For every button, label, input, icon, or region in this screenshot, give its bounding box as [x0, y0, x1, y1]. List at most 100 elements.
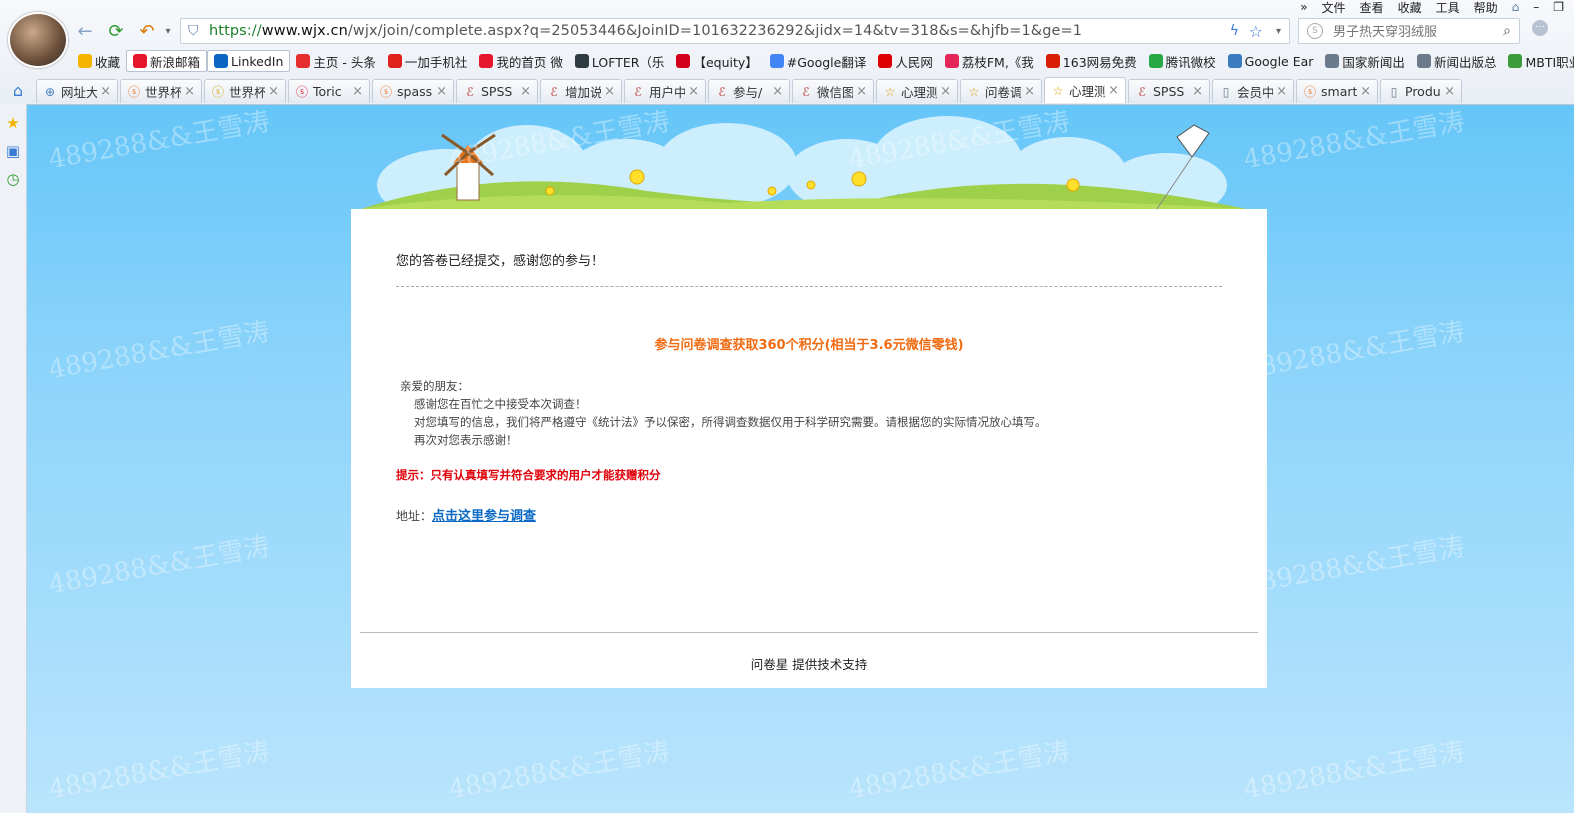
- bookmark-item[interactable]: 荔枝FM,《我: [939, 51, 1040, 71]
- restore-icon[interactable]: ❐: [1553, 0, 1564, 14]
- browser-tab[interactable]: ℰ SPSS ×: [1128, 79, 1210, 103]
- bookmarks-bar: 收藏 新浪邮箱 LinkedIn 主页 - 头条 一加手机社 我的首页 微 LOFTER（乐…: [72, 50, 1574, 72]
- browser-tab[interactable]: ℰ 用户中 ×: [624, 79, 706, 103]
- close-tab-icon[interactable]: ×: [520, 84, 531, 99]
- bookmark-item[interactable]: 主页 - 头条: [290, 51, 381, 71]
- ie-icon: ℰ: [550, 84, 558, 99]
- browser-tab[interactable]: ☆ 问卷调 ×: [960, 79, 1042, 103]
- bookmark-item[interactable]: LOFTER（乐: [569, 51, 671, 71]
- bookmark-item[interactable]: 国家新闻出: [1319, 51, 1411, 71]
- menu-bar: » 文件 查看 收藏 工具 帮助 ⌂ – ❐: [1300, 0, 1564, 16]
- browser-tab[interactable]: ⓢ smart ×: [1296, 79, 1378, 103]
- browser-tab[interactable]: ⓢ 世界杯 ×: [204, 79, 286, 103]
- bookmark-item[interactable]: 腾讯微校: [1143, 51, 1222, 71]
- close-tab-icon[interactable]: ×: [1444, 84, 1455, 99]
- reader-icon[interactable]: ▣: [0, 142, 26, 160]
- menu-tools[interactable]: 工具: [1436, 0, 1460, 16]
- ie-icon: ℰ: [634, 84, 642, 99]
- bookmark-item[interactable]: Google Ear: [1222, 51, 1320, 71]
- tab-label: 心理测: [1069, 84, 1106, 99]
- close-tab-icon[interactable]: ×: [940, 84, 951, 99]
- more-options-icon[interactable]: ···: [1532, 20, 1548, 36]
- close-tab-icon[interactable]: ×: [1108, 83, 1119, 98]
- close-tab-icon[interactable]: ×: [772, 84, 783, 99]
- bookmark-item[interactable]: MBTI职业: [1502, 51, 1574, 71]
- browser-tab[interactable]: ℰ SPSS ×: [456, 79, 538, 103]
- search-box[interactable]: S ⌕: [1298, 18, 1520, 44]
- home-icon[interactable]: ⌂: [0, 77, 36, 103]
- lightning-icon[interactable]: ϟ: [1230, 23, 1239, 39]
- close-tab-icon[interactable]: ×: [352, 84, 363, 99]
- browser-tab[interactable]: ⊕ 网址大全×: [36, 79, 118, 103]
- bookmark-item[interactable]: 我的首页 微: [473, 51, 568, 71]
- menu-view[interactable]: 查看: [1360, 0, 1384, 16]
- bookmark-item[interactable]: #Google翻译: [764, 51, 873, 71]
- menu-more[interactable]: »: [1300, 0, 1307, 14]
- translate-icon: [769, 54, 784, 68]
- browser-tab[interactable]: ☆ 心理测 ×: [1044, 77, 1126, 103]
- undo-icon[interactable]: ↶: [136, 20, 158, 42]
- favorites-star-icon[interactable]: ★: [0, 114, 26, 132]
- bookmark-item[interactable]: 收藏: [72, 51, 126, 71]
- close-tab-icon[interactable]: ×: [1024, 84, 1035, 99]
- close-tab-icon[interactable]: ×: [1276, 84, 1287, 99]
- minimize-icon[interactable]: –: [1533, 0, 1539, 14]
- close-tab-icon[interactable]: ×: [1192, 84, 1203, 99]
- close-tab-icon[interactable]: ×: [856, 84, 867, 99]
- menu-favorites[interactable]: 收藏: [1398, 0, 1422, 16]
- browser-tab[interactable]: ⓢ Toric ×: [288, 79, 370, 103]
- menu-help[interactable]: 帮助: [1474, 0, 1498, 16]
- join-survey-link[interactable]: 点击这里参与调查: [432, 509, 536, 524]
- tab-label: 问卷调: [985, 85, 1022, 100]
- url-dropdown-icon[interactable]: ▾: [1276, 26, 1281, 37]
- browser-tab[interactable]: ☆ 心理测 ×: [876, 79, 958, 103]
- bookmark-label: 人民网: [895, 54, 933, 70]
- weixiao-icon: [1148, 54, 1163, 68]
- search-icon[interactable]: ⌕: [1503, 23, 1511, 39]
- thank-you-body: 亲爱的朋友： 感谢您在百忙之中接受本次调查！ 对您填写的信息，我们将严格遵守《统…: [400, 377, 1047, 449]
- promo-headline: 参与问卷调查获取360个积分(相当于3.6元微信零钱): [654, 338, 964, 353]
- bookmark-item[interactable]: 163网易免费: [1040, 51, 1143, 71]
- close-tab-icon[interactable]: ×: [688, 84, 699, 99]
- close-tab-icon[interactable]: ×: [268, 84, 279, 99]
- bookmark-item[interactable]: 新闻出版总: [1411, 51, 1503, 71]
- menu-file[interactable]: 文件: [1322, 0, 1346, 16]
- skin-icon[interactable]: ⌂: [1512, 0, 1520, 14]
- browser-tab[interactable]: ⓢ spass ×: [372, 79, 454, 103]
- bookmark-item[interactable]: 人民网: [872, 51, 939, 71]
- browser-tab[interactable]: ⓢ 世界杯 ×: [120, 79, 202, 103]
- close-tab-icon[interactable]: ×: [100, 84, 111, 99]
- browser-tab[interactable]: ℰ 参与/ ×: [708, 79, 790, 103]
- address-url[interactable]: https://www.wjx.cn/wjx/join/complete.asp…: [209, 23, 1082, 39]
- bookmark-star-icon[interactable]: ☆: [1249, 22, 1263, 41]
- bookmark-label: 腾讯微校: [1165, 54, 1216, 70]
- bookmark-item[interactable]: 一加手机社: [382, 51, 474, 71]
- browser-tab[interactable]: ℰ 微信图 ×: [792, 79, 874, 103]
- browser-tab[interactable]: ℰ 增加说 ×: [540, 79, 622, 103]
- browser-tab[interactable]: ▯ 会员中 ×: [1212, 79, 1294, 103]
- tab-label: 世界杯: [145, 85, 182, 100]
- refresh-icon[interactable]: ⟳: [105, 20, 127, 42]
- tab-label: 用户中: [649, 85, 686, 100]
- bookmark-item[interactable]: 【equity】: [670, 51, 763, 71]
- close-tab-icon[interactable]: ×: [604, 84, 615, 99]
- watermark-text: 489288&&王雪涛: [1241, 316, 1467, 386]
- y-icon: [676, 54, 691, 68]
- search-input[interactable]: [1331, 22, 1495, 40]
- sogou-yellow-icon: ⓢ: [211, 84, 224, 99]
- bookmark-label: 主页 - 头条: [313, 54, 376, 70]
- bookmark-item[interactable]: 新浪邮箱: [126, 50, 208, 72]
- bookmark-item[interactable]: LinkedIn: [207, 50, 291, 72]
- avatar[interactable]: [8, 12, 68, 68]
- tab-strip: ⌂ ⊕网址大全×ⓢ世界杯×ⓢ世界杯×ⓢToric×ⓢspass×ℰSPSS×ℰ增…: [0, 77, 1574, 103]
- history-clock-icon[interactable]: ◷: [0, 170, 26, 188]
- close-tab-icon[interactable]: ×: [1360, 84, 1371, 99]
- tab-label: SPSS: [1153, 84, 1185, 99]
- back-icon[interactable]: ←: [74, 20, 96, 42]
- close-tab-icon[interactable]: ×: [436, 84, 447, 99]
- undo-dropdown-icon[interactable]: ▾: [157, 20, 179, 42]
- close-tab-icon[interactable]: ×: [184, 84, 195, 99]
- watermark-text: 489288&&王雪涛: [846, 736, 1072, 806]
- browser-tab[interactable]: ▯ Produ ×: [1380, 79, 1462, 103]
- address-bar[interactable]: ⛉ https://www.wjx.cn/wjx/join/complete.a…: [180, 18, 1290, 44]
